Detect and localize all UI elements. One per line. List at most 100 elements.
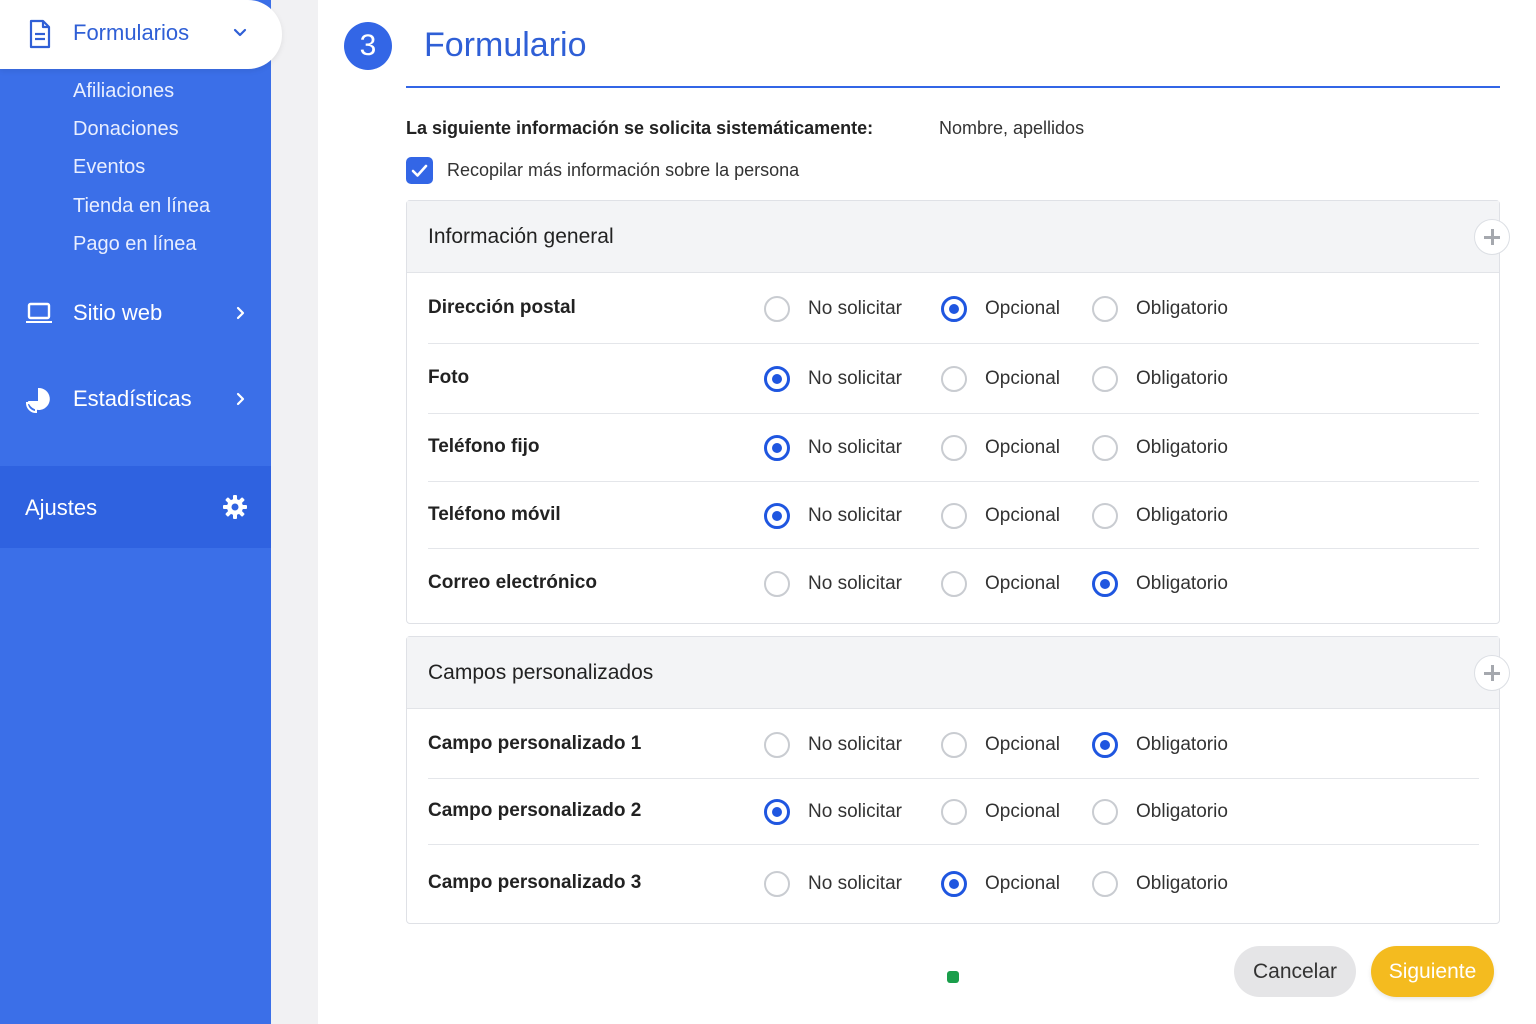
radio-option[interactable]: No solicitar	[764, 296, 902, 322]
radio-selected[interactable]	[1092, 731, 1118, 758]
radio-unselected[interactable]	[941, 799, 967, 825]
section-header: Campos personalizados	[407, 637, 1499, 709]
radio-unselected[interactable]	[1092, 871, 1118, 897]
laptop-icon	[26, 302, 52, 323]
radio-option[interactable]: Opcional	[941, 571, 1060, 597]
radio-option-label: Obligatorio	[1136, 298, 1228, 319]
add-field-button-general[interactable]	[1474, 219, 1510, 255]
sidebar-item-label: Sitio web	[73, 300, 163, 325]
form-field-row: Campo personalizado 1 No solicitar Opciona…	[428, 710, 1479, 779]
radio-option-label: Opcional	[985, 873, 1060, 894]
radio-option[interactable]: Opcional	[941, 871, 1060, 897]
radio-option-label: Obligatorio	[1136, 368, 1228, 389]
radio-option[interactable]: Opcional	[941, 296, 1060, 322]
sidebar-item-formularios[interactable]: Formularios	[0, 0, 282, 69]
radio-option-label: No solicitar	[808, 504, 902, 526]
radio-option-label: Obligatorio	[1136, 573, 1228, 594]
radio-option[interactable]: Opcional	[941, 366, 1060, 392]
radio-unselected[interactable]	[764, 571, 790, 597]
radio-option[interactable]: No solicitar	[764, 571, 902, 597]
radio-unselected[interactable]	[941, 731, 967, 758]
chevron-down-icon[interactable]	[232, 25, 248, 41]
radio-unselected[interactable]	[764, 296, 790, 322]
form-field-row: Dirección postal No solicitar Opcional Obli…	[428, 274, 1479, 344]
radio-option-label: Obligatorio	[1136, 504, 1228, 526]
radio-option-label: Obligatorio	[1136, 873, 1228, 894]
radio-unselected[interactable]	[764, 871, 790, 897]
radio-selected[interactable]	[764, 366, 790, 392]
cancel-button[interactable]: Cancelar	[1234, 946, 1356, 997]
form-field-row: Foto No solicitar Opcional Obligatorio	[428, 344, 1479, 414]
radio-unselected[interactable]	[941, 366, 967, 392]
sidebar-subitem-donaciones[interactable]: Donaciones	[73, 118, 179, 141]
radio-option[interactable]: Obligatorio	[1092, 502, 1228, 529]
document-icon	[29, 19, 51, 49]
radio-option[interactable]: Opcional	[941, 435, 1060, 461]
sidebar-item-sitio-web[interactable]: Sitio web	[0, 293, 271, 333]
add-field-button-custom[interactable]	[1474, 655, 1510, 691]
section-informacion-general: Información general Dirección postal No s…	[406, 200, 1500, 624]
sidebar-subitem-pago[interactable]: Pago en línea	[73, 233, 196, 256]
radio-option[interactable]: No solicitar	[764, 366, 902, 392]
sidebar-item-label: Ajustes	[25, 495, 98, 520]
radio-unselected[interactable]	[1092, 799, 1118, 825]
radio-option[interactable]: Obligatorio	[1092, 366, 1228, 392]
radio-option[interactable]: Obligatorio	[1092, 571, 1228, 597]
sidebar-item-ajustes[interactable]: Ajustes	[0, 466, 271, 548]
radio-option[interactable]: Obligatorio	[1092, 731, 1228, 758]
radio-option-label: No solicitar	[808, 437, 902, 458]
section-campos-personalizados: Campos personalizados Campo personalizad…	[406, 636, 1500, 924]
radio-selected[interactable]	[941, 871, 967, 897]
radio-option-label: Opcional	[985, 573, 1060, 594]
sidebar-subitem-tienda[interactable]: Tienda en línea	[73, 195, 210, 218]
radio-option[interactable]: Obligatorio	[1092, 296, 1228, 322]
status-indicator	[947, 971, 959, 983]
sidebar-subitem-afiliaciones[interactable]: Afiliaciones	[73, 80, 174, 103]
radio-option[interactable]: No solicitar	[764, 799, 902, 825]
radio-selected[interactable]	[764, 435, 790, 461]
next-button[interactable]: Siguiente	[1371, 946, 1494, 997]
form-field-row: Campo personalizado 2 No solicitar Opciona…	[428, 779, 1479, 845]
radio-selected[interactable]	[764, 502, 790, 529]
radio-unselected[interactable]	[1092, 435, 1118, 461]
sidebar-subitem-eventos[interactable]: Eventos	[73, 156, 145, 179]
chevron-right-icon	[236, 392, 245, 406]
pie-chart-icon	[25, 387, 50, 413]
sidebar: Formularios Afiliaciones Donaciones Even…	[0, 0, 282, 1024]
radio-option-label: Opcional	[985, 801, 1060, 822]
radio-option[interactable]: Obligatorio	[1092, 435, 1228, 461]
radio-option-label: Opcional	[985, 298, 1060, 319]
radio-option[interactable]: No solicitar	[764, 871, 902, 897]
radio-unselected[interactable]	[941, 571, 967, 597]
title-divider	[406, 86, 1500, 88]
radio-option[interactable]: Opcional	[941, 799, 1060, 825]
main-panel: 3 Formulario La siguiente información se…	[318, 0, 1536, 1024]
collect-more-checkbox[interactable]	[406, 157, 433, 184]
radio-option[interactable]: Obligatorio	[1092, 871, 1228, 897]
radio-selected[interactable]	[941, 296, 967, 322]
sidebar-item-estadisticas[interactable]: Estadísticas	[0, 379, 271, 419]
radio-option[interactable]: No solicitar	[764, 435, 902, 461]
info-label: La siguiente información se solicita sis…	[406, 118, 874, 138]
radio-option[interactable]: No solicitar	[764, 502, 902, 529]
checkmark-icon	[411, 164, 428, 177]
radio-selected[interactable]	[1092, 571, 1118, 597]
form-field-row: Correo electrónico No solicitar Opcional Ob…	[428, 549, 1479, 619]
radio-option-label: No solicitar	[808, 733, 902, 755]
radio-unselected[interactable]	[941, 502, 967, 529]
collect-more-label[interactable]: Recopilar más información sobre la perso…	[447, 160, 799, 181]
radio-option-label: Opcional	[985, 504, 1060, 526]
radio-option[interactable]: Opcional	[941, 502, 1060, 529]
radio-unselected[interactable]	[1092, 296, 1118, 322]
radio-unselected[interactable]	[941, 435, 967, 461]
field-label: Campo personalizado 1	[428, 732, 642, 754]
radio-unselected[interactable]	[1092, 366, 1118, 392]
radio-unselected[interactable]	[1092, 502, 1118, 529]
radio-option[interactable]: Opcional	[941, 731, 1060, 758]
radio-selected[interactable]	[764, 799, 790, 825]
radio-option-label: No solicitar	[808, 801, 902, 822]
radio-unselected[interactable]	[764, 731, 790, 758]
radio-option[interactable]: No solicitar	[764, 731, 902, 758]
field-label: Teléfono fijo	[428, 436, 540, 457]
radio-option[interactable]: Obligatorio	[1092, 799, 1228, 825]
